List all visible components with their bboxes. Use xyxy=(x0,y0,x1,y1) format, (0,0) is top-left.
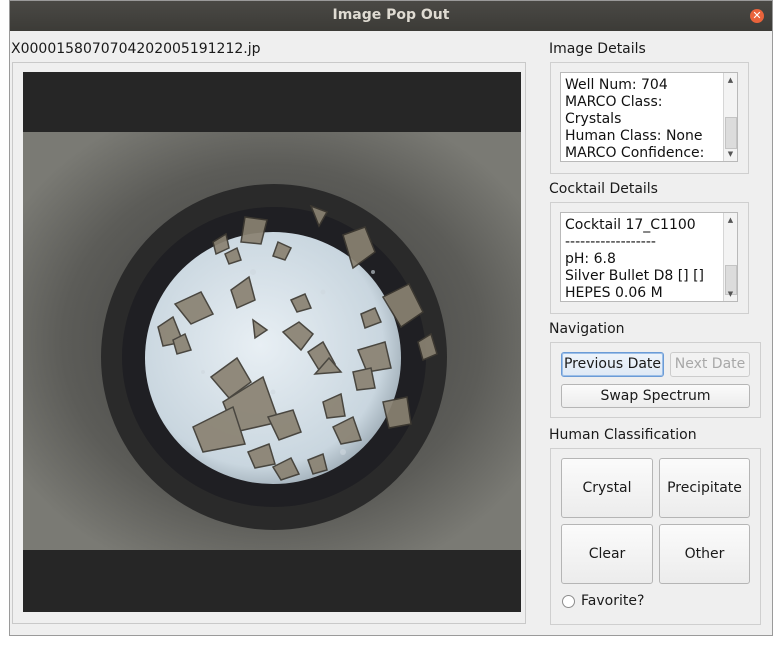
cocktail-details-label: Cocktail Details xyxy=(549,181,658,197)
swap-spectrum-button[interactable]: Swap Spectrum xyxy=(561,384,750,408)
image-details-label: Image Details xyxy=(549,41,646,57)
cocktail-details-scrollbar[interactable]: ▲ ▼ xyxy=(723,213,737,301)
title-bar[interactable]: Image Pop Out ✕ xyxy=(10,1,772,31)
next-date-button[interactable]: Next Date xyxy=(670,352,750,377)
crystal-button[interactable]: Crystal xyxy=(561,458,653,518)
cocktail-details-text: Cocktail 17_C1100 ------------------ pH:… xyxy=(565,217,705,301)
clear-button[interactable]: Clear xyxy=(561,524,653,584)
other-button[interactable]: Other xyxy=(659,524,750,584)
scroll-thumb[interactable] xyxy=(725,117,737,149)
navigation-label: Navigation xyxy=(549,321,625,337)
human-classification-label: Human Classification xyxy=(549,427,697,443)
scroll-down-icon[interactable]: ▼ xyxy=(724,148,737,160)
previous-date-button[interactable]: Previous Date xyxy=(561,352,664,377)
image-details-text: Well Num: 704 MARCO Class: Crystals Huma… xyxy=(565,77,705,161)
scroll-up-icon[interactable]: ▲ xyxy=(724,214,737,226)
favorite-radio[interactable] xyxy=(562,595,575,608)
scroll-down-icon[interactable]: ▼ xyxy=(724,288,737,300)
window-title: Image Pop Out xyxy=(332,7,450,23)
close-icon[interactable]: ✕ xyxy=(750,9,764,23)
scroll-up-icon[interactable]: ▲ xyxy=(724,74,737,86)
favorite-label[interactable]: Favorite? xyxy=(581,593,644,609)
image-details-scrollbar[interactable]: ▲ ▼ xyxy=(723,73,737,161)
precipitate-button[interactable]: Precipitate xyxy=(659,458,750,518)
cocktail-details-textbox[interactable]: Cocktail 17_C1100 ------------------ pH:… xyxy=(560,212,738,302)
image-filename: X000015807070420200519121​2.jp xyxy=(11,41,261,57)
crystal-well-image-drawing xyxy=(23,72,521,612)
image-details-textbox[interactable]: Well Num: 704 MARCO Class: Crystals Huma… xyxy=(560,72,738,162)
crystal-well-image xyxy=(23,72,521,612)
